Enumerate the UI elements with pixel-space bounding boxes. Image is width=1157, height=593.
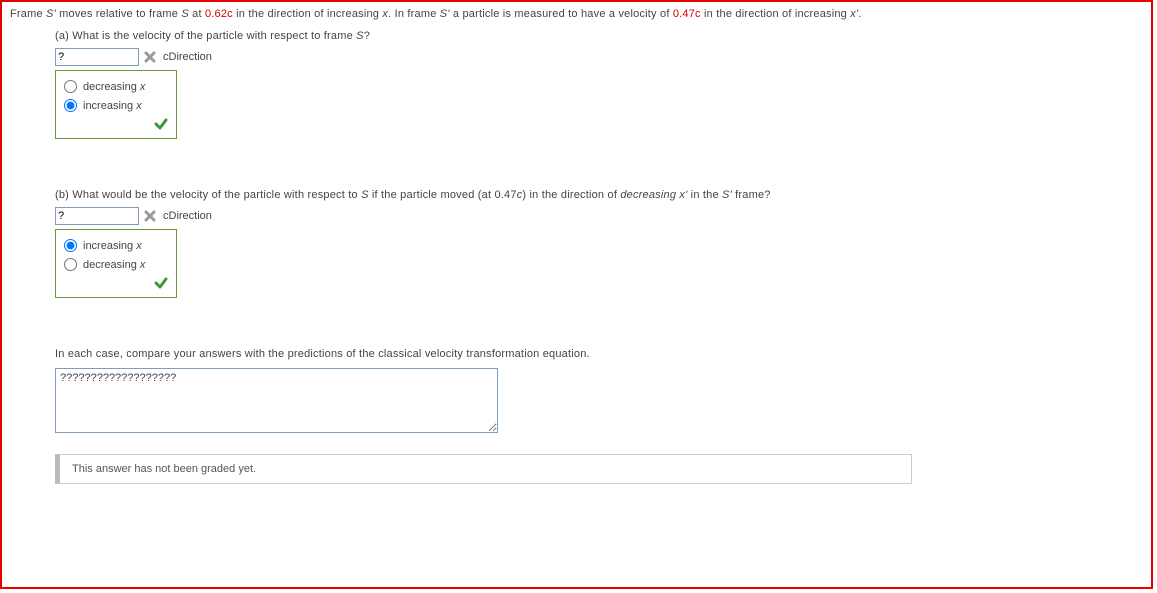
unit-label: cDirection <box>163 210 212 222</box>
text: at <box>189 8 205 20</box>
radio-decreasing-x[interactable] <box>64 258 77 271</box>
text: in the <box>687 189 722 201</box>
part-a-numeric-input[interactable] <box>55 48 139 66</box>
problem-statement: Frame S' moves relative to frame S at 0.… <box>10 8 1143 20</box>
text: (b) What would be the velocity of the pa… <box>55 189 361 201</box>
incorrect-icon <box>143 209 157 223</box>
part-b-question: (b) What would be the velocity of the pa… <box>55 189 1143 201</box>
text: increasing <box>83 100 136 112</box>
var-s: S <box>361 189 369 201</box>
essay-textarea[interactable] <box>55 368 498 433</box>
text: decreasing <box>83 81 140 93</box>
value-speed-particle: 0.47c <box>673 8 701 20</box>
text: ) in the direction of <box>522 189 620 201</box>
part-b-option-decreasing[interactable]: decreasing x <box>62 255 170 274</box>
option-label: decreasing x <box>83 81 145 93</box>
text: if the particle moved (at 0.47 <box>369 189 517 201</box>
part-b-option-increasing[interactable]: increasing x <box>62 236 170 255</box>
var-x: x <box>136 100 142 112</box>
text: . In frame <box>388 8 440 20</box>
spacer <box>10 139 1143 183</box>
compare-prompt: In each case, compare your answers with … <box>55 348 1143 360</box>
correct-icon <box>154 117 168 131</box>
compare-section: In each case, compare your answers with … <box>55 348 1143 484</box>
part-b-answer-row: cDirection <box>55 207 1143 225</box>
part-a-option-decreasing[interactable]: decreasing x <box>62 77 170 96</box>
text: a particle is measured to have a velocit… <box>450 8 673 20</box>
text: decreasing <box>83 259 140 271</box>
phrase-decreasing-x-prime: decreasing x' <box>620 189 687 201</box>
text: frame? <box>732 189 771 201</box>
part-b-section: (b) What would be the velocity of the pa… <box>55 189 1143 298</box>
var-s-prime: S' <box>440 8 450 20</box>
var-x: x <box>136 240 142 252</box>
unit-label: cDirection <box>163 51 212 63</box>
question-frame: Frame S' moves relative to frame S at 0.… <box>0 0 1153 589</box>
text: (a) What is the velocity of the particle… <box>55 30 356 42</box>
var-s: S <box>181 8 189 20</box>
incorrect-icon <box>143 50 157 64</box>
part-b-numeric-input[interactable] <box>55 207 139 225</box>
text: Frame <box>10 8 46 20</box>
correct-icon <box>154 276 168 290</box>
text: in the direction of increasing <box>701 8 850 20</box>
part-a-question: (a) What is the velocity of the particle… <box>55 30 1143 42</box>
grading-status-box: This answer has not been graded yet. <box>55 454 912 484</box>
text: increasing <box>83 240 136 252</box>
correct-indicator-row <box>62 115 170 136</box>
text: moves relative to frame <box>56 8 181 20</box>
var-s: S <box>356 30 364 42</box>
value-speed-frame: 0.62c <box>205 8 233 20</box>
option-label: increasing x <box>83 100 142 112</box>
text: in the direction of increasing <box>233 8 382 20</box>
part-b-direction-group: increasing x decreasing x <box>55 229 177 298</box>
correct-indicator-row <box>62 274 170 295</box>
text: . <box>858 8 861 20</box>
spacer <box>10 298 1143 342</box>
part-a-answer-row: cDirection <box>55 48 1143 66</box>
part-a-direction-group: decreasing x increasing x <box>55 70 177 139</box>
radio-increasing-x[interactable] <box>64 239 77 252</box>
option-label: increasing x <box>83 240 142 252</box>
text: ? <box>364 30 370 42</box>
var-x: x <box>140 259 146 271</box>
radio-increasing-x[interactable] <box>64 99 77 112</box>
part-a-section: (a) What is the velocity of the particle… <box>55 30 1143 139</box>
grading-status-text: This answer has not been graded yet. <box>72 463 256 475</box>
radio-decreasing-x[interactable] <box>64 80 77 93</box>
var-s-prime: S' <box>722 189 732 201</box>
var-x: x <box>140 81 146 93</box>
option-label: decreasing x <box>83 259 145 271</box>
part-a-option-increasing[interactable]: increasing x <box>62 96 170 115</box>
var-s-prime: S' <box>46 8 56 20</box>
